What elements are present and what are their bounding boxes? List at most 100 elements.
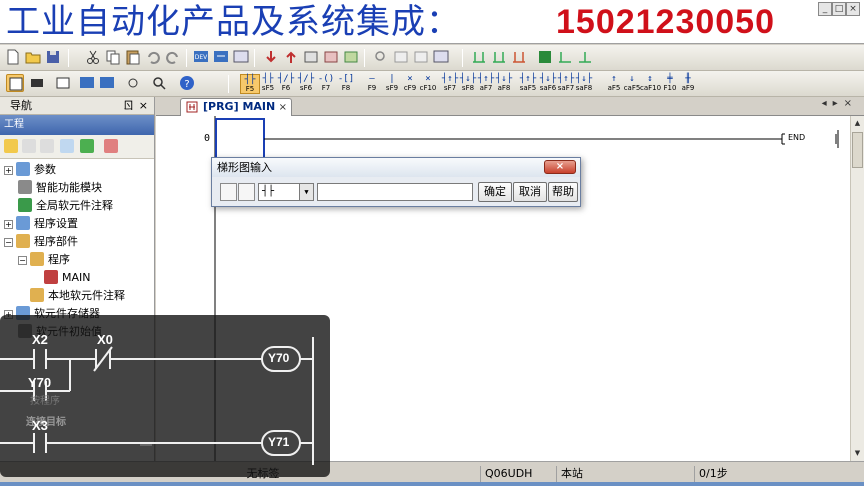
ladder-key-af9[interactable]: ╫ aF9 xyxy=(678,74,698,94)
redo-icon[interactable] xyxy=(164,48,182,66)
ladder-key-sf5[interactable]: ┤├ sF5 xyxy=(258,74,278,94)
save-icon[interactable] xyxy=(44,48,62,66)
monitor-start-icon[interactable] xyxy=(470,48,488,66)
read-plc-icon[interactable] xyxy=(262,48,280,66)
ladder-key-label: sF9 xyxy=(385,84,399,92)
sfc-mode-icon[interactable] xyxy=(28,74,46,92)
dialog-close-button[interactable]: × xyxy=(544,160,576,174)
new-file-icon[interactable] xyxy=(4,48,22,66)
ladder-key-af8[interactable]: ┤↓├ aF8 xyxy=(494,74,514,94)
ladder-key-caf5[interactable]: ↓ caF5 xyxy=(622,74,642,94)
window-icon[interactable] xyxy=(432,48,450,66)
tree-item[interactable]: 本地软元件注释 xyxy=(30,287,125,305)
ladder-key-cf10[interactable]: × cF10 xyxy=(418,74,438,94)
tree-item[interactable]: − 程序 xyxy=(18,251,70,269)
item-icon-6[interactable] xyxy=(104,139,118,153)
ladder-key-saf7[interactable]: ┤↑├ saF7 xyxy=(556,74,576,94)
ladder-key-sf9[interactable]: | sF9 xyxy=(382,74,402,94)
write-during-run-icon[interactable] xyxy=(510,48,528,66)
ladder-key-f6[interactable]: ┤/├ F6 xyxy=(276,74,296,94)
nav-tools xyxy=(0,135,154,159)
ladder-key-saf5[interactable]: ┤↑├ saF5 xyxy=(518,74,538,94)
list-mode-icon[interactable] xyxy=(54,74,72,92)
tree-item[interactable]: + 参数 xyxy=(4,161,56,179)
item-icon-4[interactable] xyxy=(60,139,74,153)
undo-icon[interactable] xyxy=(144,48,162,66)
open-folder-icon[interactable] xyxy=(24,48,42,66)
ladder-key-label: F8 xyxy=(341,84,351,92)
ladder-key-f10[interactable]: ╪ F10 xyxy=(660,74,680,94)
scroll-up-icon[interactable]: ▲ xyxy=(852,117,863,130)
close-icon[interactable]: × xyxy=(846,2,860,16)
dialog-mode-icon[interactable] xyxy=(220,183,237,201)
new-item-icon[interactable] xyxy=(4,139,18,153)
device-write-icon[interactable] xyxy=(212,48,230,66)
ladder-key-sf6[interactable]: ┤/├ sF6 xyxy=(296,74,316,94)
ladder-key-cf9[interactable]: × cF9 xyxy=(400,74,420,94)
ladder-key-af7[interactable]: ┤↑├ aF7 xyxy=(476,74,496,94)
tree-item[interactable]: − 程序部件 xyxy=(4,233,78,251)
cut-icon[interactable] xyxy=(84,48,102,66)
ok-button[interactable]: 确定 xyxy=(478,182,512,202)
ladder-key-f7[interactable]: -() F7 xyxy=(316,74,336,94)
replace-icon[interactable] xyxy=(392,48,410,66)
ladder-key-f8[interactable]: -[] F8 xyxy=(336,74,356,94)
ladder-mode-icon[interactable] xyxy=(6,74,24,92)
item-icon-3[interactable] xyxy=(40,139,54,153)
ladder-key-af5[interactable]: ↑ aF5 xyxy=(604,74,624,94)
comment-icon[interactable] xyxy=(238,183,255,201)
ladder-key-f5[interactable]: ┤├ F5 xyxy=(240,74,260,94)
tab-close-icon[interactable]: × xyxy=(279,100,287,116)
vertical-scrollbar[interactable]: ▲ ▼ xyxy=(850,116,864,461)
step-icon[interactable] xyxy=(556,48,574,66)
scroll-thumb[interactable] xyxy=(852,132,863,168)
refresh-icon[interactable] xyxy=(80,139,94,153)
ladder-key-sf8[interactable]: ┤↓├ sF8 xyxy=(458,74,478,94)
zoom-icon[interactable] xyxy=(150,74,168,92)
scroll-down-icon[interactable]: ▼ xyxy=(852,447,863,460)
ladder-key-caf10[interactable]: ↕ caF10 xyxy=(640,74,661,94)
tree-item[interactable]: 全局软元件注释 xyxy=(18,197,113,215)
ladder-key-label: aF9 xyxy=(681,84,695,92)
chevron-down-icon[interactable]: ▼ xyxy=(299,184,313,200)
write-plc-icon[interactable] xyxy=(282,48,300,66)
ladder-key-saf8[interactable]: ┤↓├ saF8 xyxy=(574,74,594,94)
stop-icon[interactable] xyxy=(576,48,594,66)
monitor-stop-icon[interactable] xyxy=(490,48,508,66)
view-icon[interactable] xyxy=(124,74,142,92)
diagnostics-icon[interactable] xyxy=(342,48,360,66)
device-read-icon[interactable]: DEV xyxy=(192,48,210,66)
tab-main[interactable]: [PRG] MAIN × xyxy=(180,98,292,116)
expand-icon[interactable]: + xyxy=(4,220,13,229)
ladder-key-f9[interactable]: — F9 xyxy=(362,74,382,94)
help-icon[interactable]: ? xyxy=(178,74,196,92)
tree-item[interactable]: + 程序设置 xyxy=(4,215,78,233)
help-button[interactable]: 帮助 xyxy=(548,182,578,202)
paste-icon[interactable] xyxy=(124,48,142,66)
collapse-icon[interactable]: − xyxy=(18,256,27,265)
symbol-select[interactable]: ┤├ ▼ xyxy=(258,183,314,201)
find-icon[interactable] xyxy=(372,48,390,66)
instruction-input[interactable] xyxy=(317,183,473,201)
item-icon-2[interactable] xyxy=(22,139,36,153)
nav-close-icon[interactable]: × xyxy=(139,97,148,115)
verify-plc-icon[interactable] xyxy=(302,48,320,66)
collapse-icon[interactable]: − xyxy=(4,238,13,247)
tree-item[interactable]: 智能功能模块 xyxy=(18,179,102,197)
monitor-icon[interactable] xyxy=(232,48,250,66)
expand-icon[interactable]: + xyxy=(4,166,13,175)
copy-icon[interactable] xyxy=(104,48,122,66)
pin-icon[interactable]: ㄖ xyxy=(123,97,134,115)
ladder-key-saf6[interactable]: ┤↓├ saF6 xyxy=(538,74,558,94)
run-icon[interactable] xyxy=(536,48,554,66)
cancel-button[interactable]: 取消 xyxy=(513,182,547,202)
remote-op-icon[interactable] xyxy=(322,48,340,66)
dev-icon-2[interactable] xyxy=(98,74,116,92)
tree-item[interactable]: MAIN xyxy=(44,269,91,287)
ladder-key-sf7[interactable]: ┤↑├ sF7 xyxy=(440,74,460,94)
tab-scroll-arrows[interactable]: ◂▸× xyxy=(822,98,858,109)
restore-icon[interactable]: □ xyxy=(832,2,846,16)
cross-ref-icon[interactable] xyxy=(412,48,430,66)
dev-icon-1[interactable] xyxy=(78,74,96,92)
minimize-icon[interactable]: _ xyxy=(818,2,832,16)
